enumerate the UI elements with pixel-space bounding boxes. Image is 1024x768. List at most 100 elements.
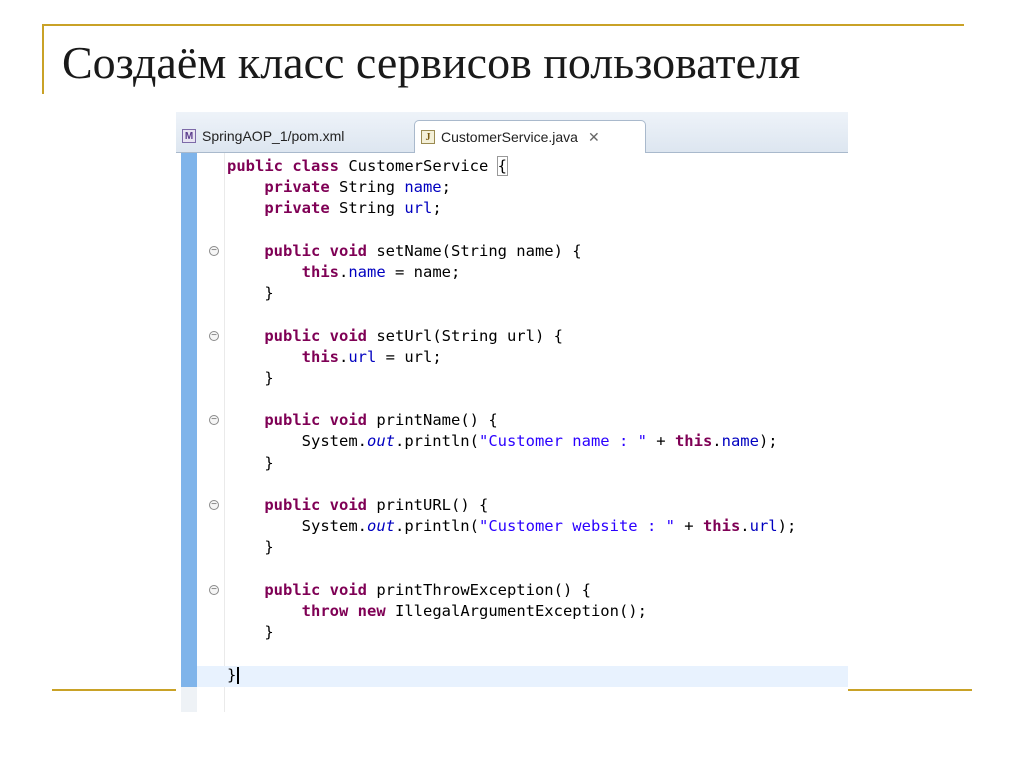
code-token: } bbox=[227, 284, 274, 303]
code-token: void bbox=[329, 241, 367, 260]
code-token: IllegalArgumentException(); bbox=[385, 601, 647, 620]
code-token: void bbox=[329, 411, 367, 430]
slide-title: Создаём класс сервисов пользователя bbox=[62, 37, 801, 88]
code-token: url bbox=[348, 347, 377, 366]
code-line: public void setName(String name) { bbox=[227, 241, 796, 262]
collapse-fold-icon[interactable]: − bbox=[209, 330, 219, 341]
code-token: .println( bbox=[394, 517, 479, 536]
code-token: public bbox=[264, 241, 321, 260]
code-token: public bbox=[264, 411, 321, 430]
code-line: } bbox=[227, 537, 796, 558]
code-line: System.out.println("Customer name : " + … bbox=[227, 431, 796, 452]
editor-left-ruler-end bbox=[181, 687, 197, 712]
code-token: private bbox=[264, 199, 330, 218]
maven-pom-file-icon: M bbox=[182, 129, 196, 143]
code-token: ); bbox=[777, 517, 797, 536]
code-token: void bbox=[329, 496, 367, 514]
tab-label: SpringAOP_1/pom.xml bbox=[202, 128, 345, 144]
code-line: System.out.println("Customer website : "… bbox=[227, 516, 797, 537]
code-token: class bbox=[292, 157, 340, 175]
code-line: } bbox=[227, 453, 796, 474]
code-token: this bbox=[301, 262, 339, 281]
code-token: public bbox=[264, 580, 321, 599]
code-token: name bbox=[721, 432, 759, 451]
code-token: "Customer website : " bbox=[478, 517, 675, 536]
code-token: . bbox=[740, 517, 750, 536]
code-line: public void printThrowException() { bbox=[227, 580, 796, 601]
code-token: . bbox=[712, 432, 722, 451]
code-token: String bbox=[329, 199, 405, 218]
code-token: printName() { bbox=[367, 411, 498, 430]
code-line: } bbox=[227, 622, 796, 643]
tab-label: CustomerService.java bbox=[441, 129, 578, 145]
bottom-left-decorative-rule bbox=[52, 689, 176, 691]
code-token: void bbox=[329, 580, 367, 599]
code-token: . bbox=[338, 262, 349, 281]
code-token: printThrowException() { bbox=[367, 580, 591, 599]
editor-left-ruler bbox=[181, 153, 197, 687]
code-token: name bbox=[348, 262, 386, 281]
close-icon[interactable]: ✕ bbox=[588, 129, 600, 146]
code-token: ; bbox=[441, 178, 451, 197]
tab-pom-xml[interactable]: M SpringAOP_1/pom.xml bbox=[176, 120, 412, 152]
tab-customerservice-java[interactable]: J CustomerService.java ✕ bbox=[414, 120, 646, 153]
code-line: public class CustomerService { bbox=[227, 156, 796, 177]
collapse-fold-icon[interactable]: − bbox=[209, 585, 219, 595]
code-line: } bbox=[227, 665, 796, 686]
code-token: System. bbox=[227, 432, 367, 451]
code-editor-screenshot: M SpringAOP_1/pom.xml J CustomerService.… bbox=[176, 112, 848, 712]
collapse-fold-icon[interactable]: − bbox=[209, 500, 219, 511]
code-token: out bbox=[366, 432, 395, 451]
bottom-right-decorative-rule bbox=[848, 689, 972, 691]
code-line: throw new IllegalArgumentException(); bbox=[227, 601, 796, 622]
code-line: public void setUrl(String url) { bbox=[227, 326, 796, 347]
code-token: private bbox=[264, 178, 330, 197]
code-line: this.url = url; bbox=[227, 347, 796, 368]
code-token: } bbox=[227, 665, 237, 684]
collapse-fold-icon[interactable]: − bbox=[209, 245, 219, 256]
code-token: out bbox=[366, 517, 395, 536]
code-token: + bbox=[646, 432, 675, 451]
top-decorative-rule bbox=[42, 24, 964, 26]
matched-brace: { bbox=[496, 156, 509, 176]
code-token: CustomerService bbox=[339, 157, 498, 175]
code-token: new bbox=[357, 601, 386, 620]
code-token: setName(String name) { bbox=[367, 241, 582, 260]
collapse-fold-icon[interactable]: − bbox=[209, 415, 219, 426]
code-token: url bbox=[404, 199, 433, 218]
code-token: name bbox=[404, 178, 442, 197]
code-token: String bbox=[329, 178, 405, 197]
code-token: public bbox=[264, 496, 321, 514]
code-token: } bbox=[227, 453, 274, 472]
code-token: "Customer name : " bbox=[478, 432, 647, 451]
code-token: . bbox=[338, 347, 349, 366]
code-token: .println( bbox=[394, 432, 479, 451]
code-token: throw bbox=[301, 601, 349, 620]
code-text-area[interactable]: public class CustomerService { private S… bbox=[227, 156, 796, 686]
code-token: url bbox=[749, 517, 778, 536]
editor-tab-bar: M SpringAOP_1/pom.xml J CustomerService.… bbox=[176, 112, 848, 153]
code-token: printURL() { bbox=[367, 496, 489, 514]
code-token: this bbox=[301, 347, 339, 366]
java-file-icon: J bbox=[421, 130, 435, 144]
